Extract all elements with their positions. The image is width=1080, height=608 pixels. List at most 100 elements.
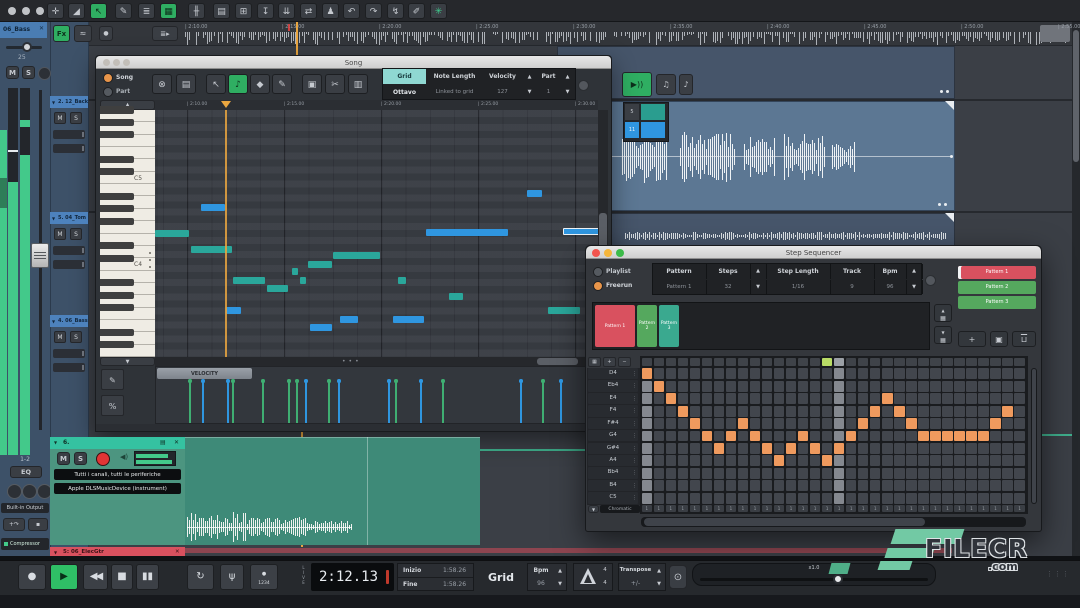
seq-header-cell[interactable] (726, 358, 736, 367)
seq-step-cell[interactable] (822, 493, 832, 504)
seq-step-cell[interactable] (870, 431, 880, 442)
seq-step-cell[interactable] (834, 393, 844, 404)
window-control-dot[interactable] (8, 7, 16, 15)
seq-velocity-cell[interactable]: 1 (942, 505, 952, 512)
seq-step-cell[interactable] (810, 431, 820, 442)
song-pointer-tool[interactable]: ↖ (206, 74, 226, 94)
knob-button[interactable]: ● (99, 26, 113, 41)
seq-row-label[interactable]: D4 (588, 368, 638, 379)
ottavo-cell[interactable]: Ottavo (383, 85, 426, 99)
seq-step-cell[interactable] (798, 480, 808, 491)
collapse-icon[interactable]: ▼ (52, 100, 55, 105)
seq-velocity-cell[interactable]: 1 (666, 505, 676, 512)
stop-button[interactable]: ■ (111, 564, 133, 590)
seq-header-cell[interactable] (906, 358, 916, 367)
track-slider[interactable] (53, 130, 85, 139)
velocity-stem-dot[interactable] (441, 379, 445, 383)
marquee-tool[interactable]: ⊞ (235, 3, 252, 19)
seq-step-cell[interactable] (870, 480, 880, 491)
seq-step-cell[interactable] (786, 493, 796, 504)
tracklist-tool[interactable]: ▤ (213, 3, 230, 19)
velocity-value[interactable]: 127 (483, 85, 522, 99)
seq-step-cell[interactable] (954, 406, 964, 417)
piano-roll-tool[interactable]: ▦ (160, 3, 177, 19)
keyboard-drag-dot[interactable] (149, 252, 151, 254)
seq-row-spinner[interactable]: ⋮ (632, 369, 637, 379)
seq-step-cell[interactable] (786, 455, 796, 466)
send-button[interactable]: +↷ (3, 518, 25, 531)
undo-button[interactable]: ↶ (343, 3, 360, 19)
count-in-button[interactable]: ●1234 (250, 564, 278, 590)
black-key[interactable] (100, 106, 134, 113)
seq-velocity-cell[interactable]: 1 (774, 505, 784, 512)
seq-step-cell[interactable] (966, 368, 976, 379)
seq-step-cell[interactable] (834, 493, 844, 504)
seq-header-cell[interactable] (918, 358, 928, 367)
seq-step-cell[interactable] (834, 431, 844, 442)
seq-step-cell[interactable] (858, 393, 868, 404)
seq-param-value[interactable]: 32 (706, 280, 751, 294)
seq-step-cell[interactable] (750, 381, 760, 392)
seq-step-cell[interactable] (870, 468, 880, 479)
transpose-down-icon[interactable]: ▼ (653, 577, 665, 590)
seq-step-cell[interactable] (942, 493, 952, 504)
seq-step-cell[interactable] (678, 443, 688, 454)
seq-row-label[interactable]: F4 (588, 405, 638, 416)
seq-step-cell[interactable] (1002, 431, 1012, 442)
seq-step-cell[interactable] (1002, 455, 1012, 466)
seq-step-on[interactable] (690, 418, 700, 429)
seq-step-cell[interactable] (990, 468, 1000, 479)
seq-step-cell[interactable] (846, 443, 856, 454)
black-key[interactable] (100, 292, 134, 299)
seq-step-cell[interactable] (810, 406, 820, 417)
seq-step-cell[interactable] (858, 431, 868, 442)
seq-step-cell[interactable] (666, 468, 676, 479)
seq-step-cell[interactable] (930, 455, 940, 466)
seq-step-cell[interactable] (822, 431, 832, 442)
seq-step-cell[interactable] (714, 406, 724, 417)
seq-step-cell[interactable] (678, 393, 688, 404)
clip-handle-dot[interactable] (944, 203, 947, 206)
midi-note[interactable] (201, 204, 225, 211)
seq-step-cell[interactable] (990, 431, 1000, 442)
seq-step-cell[interactable] (954, 381, 964, 392)
black-key[interactable] (100, 279, 134, 286)
midi-note[interactable] (449, 293, 463, 300)
seq-step-on[interactable] (726, 431, 736, 442)
seq-velocity-cell[interactable]: 1 (882, 505, 892, 512)
velocity-stem-dot[interactable] (559, 379, 563, 383)
seq-step-cell[interactable] (750, 455, 760, 466)
seq-step-cell[interactable] (894, 468, 904, 479)
seq-step-cell[interactable] (954, 368, 964, 379)
seq-step-on[interactable] (858, 418, 868, 429)
record-button[interactable]: ● (18, 564, 46, 590)
midi-note[interactable] (226, 307, 241, 314)
seq-step-cell[interactable] (678, 455, 688, 466)
seq-step-cell[interactable] (870, 493, 880, 504)
seq-velocity-cell[interactable]: 1 (822, 505, 832, 512)
seq-step-cell[interactable] (702, 418, 712, 429)
seq-step-cell[interactable] (738, 368, 748, 379)
seq-step-cell[interactable] (930, 368, 940, 379)
track-mute-button[interactable]: M (54, 331, 66, 343)
seq-step-cell[interactable] (942, 406, 952, 417)
black-key[interactable] (100, 119, 134, 126)
seq-step-cell[interactable] (774, 393, 784, 404)
velocity-stem[interactable] (442, 381, 444, 423)
pattern-down-button[interactable]: ▼▦ (934, 326, 952, 344)
list-play-button[interactable]: ≣▸ (152, 26, 178, 41)
seq-velocity-cell[interactable]: 1 (798, 505, 808, 512)
clear-notes-button[interactable]: ⊗ (152, 74, 172, 94)
track-slider-handle[interactable] (82, 262, 84, 267)
seq-step-cell[interactable] (882, 431, 892, 442)
seq-velocity-cell[interactable]: 1 (1014, 505, 1024, 512)
brush-tool[interactable]: ✐ (408, 3, 425, 19)
seq-velocity-cell[interactable]: 1 (786, 505, 796, 512)
seq-step-cell[interactable] (834, 381, 844, 392)
seq-step-cell[interactable] (726, 368, 736, 379)
seq-step-cell[interactable] (1014, 431, 1024, 442)
seq-step-cell[interactable] (1002, 468, 1012, 479)
midi-note[interactable] (527, 190, 542, 197)
scale-velocity-button[interactable]: % (101, 395, 124, 416)
automation-tool[interactable]: ↯ (387, 3, 404, 19)
